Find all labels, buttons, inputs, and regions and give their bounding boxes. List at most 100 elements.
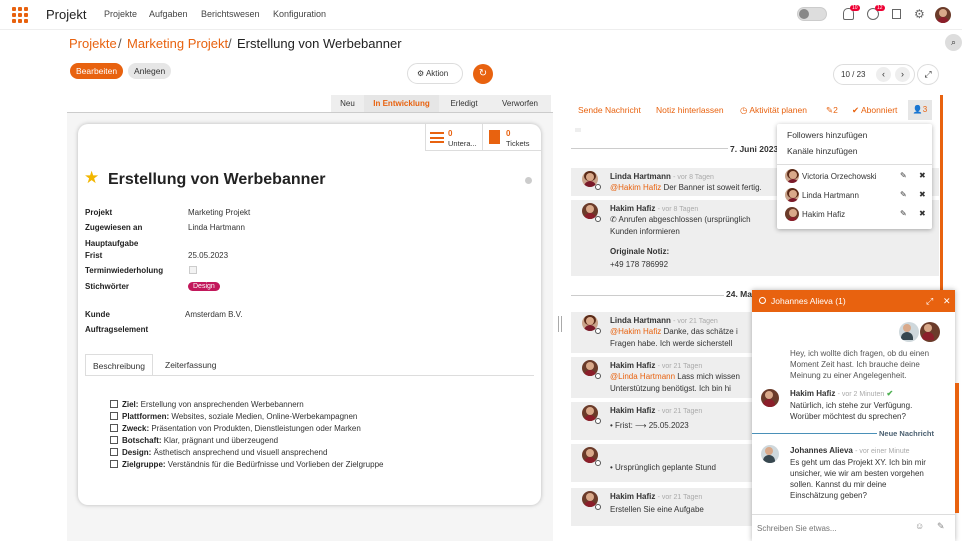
record-pager: 10 / 23 ‹ ›	[833, 64, 915, 85]
checkbox[interactable]	[110, 436, 118, 444]
scrollbar-accent[interactable]	[940, 95, 943, 291]
new-message-label: Neue Nachricht	[879, 429, 935, 438]
followers-button[interactable]: 👤3	[908, 100, 932, 120]
edit-button[interactable]: Bearbeiten	[70, 63, 124, 79]
list-icon	[430, 132, 444, 143]
follower-name: Linda Hartmann	[802, 191, 859, 200]
create-button[interactable]: Anlegen	[128, 63, 172, 79]
nav-aufgaben[interactable]: Aufgaben	[149, 9, 188, 19]
remove-x-icon[interactable]: ✖	[919, 190, 926, 199]
remove-x-icon[interactable]: ✖	[919, 209, 926, 218]
search-icon[interactable]: ⌕	[945, 34, 962, 51]
avatar-linda	[785, 188, 799, 202]
settings-gear-icon[interactable]: ⚙	[914, 7, 925, 21]
refresh-icon[interactable]: ↻	[473, 64, 493, 84]
follower-row[interactable]: Linda Hartmann ✎ ✖	[785, 188, 930, 204]
tab-beschreibung[interactable]: Beschreibung	[85, 354, 153, 376]
chat-scrollbar[interactable]	[955, 383, 959, 513]
app-brand[interactable]: Projekt	[46, 7, 86, 22]
chat-window-header[interactable]: Johannes Alieva (1) ⤢ ✕	[752, 290, 955, 312]
checkbox[interactable]	[110, 448, 118, 456]
schedule-activity-button[interactable]: ◷ Aktivität planen	[740, 105, 807, 116]
value-frist[interactable]: 25.05.2023	[188, 251, 228, 260]
expand-icon[interactable]: ⤢	[917, 64, 939, 85]
expand-icon[interactable]: ⤢	[926, 290, 933, 312]
checkbox[interactable]	[110, 424, 118, 432]
value-zugewiesen[interactable]: Linda Hartmann	[188, 223, 245, 232]
avatar-johannes	[761, 445, 779, 463]
desc-item: Design: Ästhetisch ansprechend und visue…	[110, 448, 327, 457]
tickets-smart-button[interactable]: 0 Tickets	[482, 124, 541, 151]
follow-button[interactable]: ✔ Abonniert	[852, 105, 897, 116]
nav-berichtswesen[interactable]: Berichtswesen	[201, 9, 260, 19]
message-body: Unterstützung benötigst. Ich bin hi	[610, 384, 731, 393]
recurrence-checkbox[interactable]	[189, 266, 197, 274]
user-avatar[interactable]	[935, 7, 951, 23]
message-author: Linda Hartmann - vor 21 Tagen	[610, 316, 718, 325]
avatar-hakim	[920, 322, 940, 342]
priority-dot[interactable]	[525, 177, 532, 184]
follower-row[interactable]: Victoria Orzechowski ✎ ✖	[785, 169, 930, 185]
presence-dot	[595, 418, 601, 424]
pager-prev-icon[interactable]: ‹	[876, 67, 891, 82]
value-kunde[interactable]: Amsterdam B.V.	[185, 310, 243, 319]
tag-design[interactable]: Design	[188, 282, 220, 291]
subtasks-smart-button[interactable]: 0 Untera...	[425, 124, 482, 151]
edit-pencil-icon[interactable]: ✎	[900, 190, 907, 199]
avatar-victoria	[785, 169, 799, 183]
divider-nub	[575, 128, 581, 132]
edit-pencil-icon[interactable]: ✎	[900, 209, 907, 218]
date-separator: 24. Ma	[724, 289, 754, 299]
value-projekt[interactable]: Marketing Projekt	[188, 208, 250, 217]
checkbox[interactable]	[110, 412, 118, 420]
pager-next-icon[interactable]: ›	[895, 67, 910, 82]
apps-grid-icon[interactable]	[12, 7, 28, 23]
presence-dot	[595, 373, 601, 379]
presence-dot	[595, 216, 601, 222]
add-channels-item[interactable]: Kanäle hinzufügen	[787, 146, 857, 156]
stage-verworfen[interactable]: Verworfen	[489, 95, 551, 112]
message-body: @Linda Hartmann Lass mich wissen	[610, 372, 740, 381]
task-title: Erstellung von Werbebanner	[108, 171, 326, 188]
action-menu-button[interactable]: ⚙ Aktion	[407, 63, 463, 84]
stage-erledigt[interactable]: Erledigt	[439, 95, 489, 112]
resize-handle[interactable]	[558, 316, 562, 332]
breadcrumb-projekte[interactable]: Projekte	[69, 36, 117, 51]
add-followers-item[interactable]: Followers hinzufügen	[787, 130, 867, 140]
messages-badge: 10	[850, 5, 860, 11]
attachments-button[interactable]: ✎2	[826, 105, 838, 116]
checkbox[interactable]	[110, 460, 118, 468]
nav-projekte[interactable]: Projekte	[104, 9, 137, 19]
follower-row[interactable]: Hakim Hafiz ✎ ✖	[785, 207, 930, 223]
breadcrumb-project[interactable]: Marketing Projekt	[127, 36, 228, 51]
edit-pencil-icon[interactable]: ✎	[900, 171, 907, 180]
close-icon[interactable]: ✕	[943, 290, 951, 312]
remove-x-icon[interactable]: ✖	[919, 171, 926, 180]
message-body: Erstellen Sie eine Aufgabe	[610, 505, 704, 514]
divider	[777, 164, 932, 165]
chat-input[interactable]	[757, 520, 907, 536]
divider	[752, 514, 955, 515]
message: • Ursprünglich geplante Stund	[571, 444, 752, 482]
follower-name: Victoria Orzechowski	[802, 172, 877, 181]
tab-zeiterfassung[interactable]: Zeiterfassung	[158, 354, 224, 376]
message: Hakim Hafiz - vor 21 Tagen Erstellen Sie…	[571, 488, 752, 526]
emoji-icon[interactable]: ☺	[915, 521, 924, 531]
log-note-button[interactable]: Notiz hinterlassen	[656, 105, 724, 115]
stage-neu[interactable]: Neu	[331, 95, 364, 112]
attachment-icon[interactable]: ✎	[937, 521, 945, 532]
label-stichwoerter: Stichwörter	[85, 282, 130, 291]
message-author: Hakim Hafiz - vor 21 Tagen	[610, 406, 703, 415]
pager-counter: 10 / 23	[841, 70, 866, 79]
breadcrumb-sep: /	[228, 36, 232, 51]
stage-in-entwicklung[interactable]: In Entwicklung	[364, 95, 439, 112]
star-icon[interactable]: ★	[84, 168, 99, 188]
checkbox[interactable]	[110, 400, 118, 408]
send-message-button[interactable]: Sende Nachricht	[578, 105, 641, 115]
theme-toggle[interactable]	[797, 7, 827, 21]
desc-item: Plattformen: Websites, soziale Medien, O…	[110, 412, 357, 421]
language-icon[interactable]	[892, 9, 901, 19]
desc-item: Zweck: Präsentation von Produkten, Diens…	[110, 424, 361, 433]
message-author: Hakim Hafiz - vor 21 Tagen	[610, 492, 703, 501]
nav-konfiguration[interactable]: Konfiguration	[273, 9, 326, 19]
